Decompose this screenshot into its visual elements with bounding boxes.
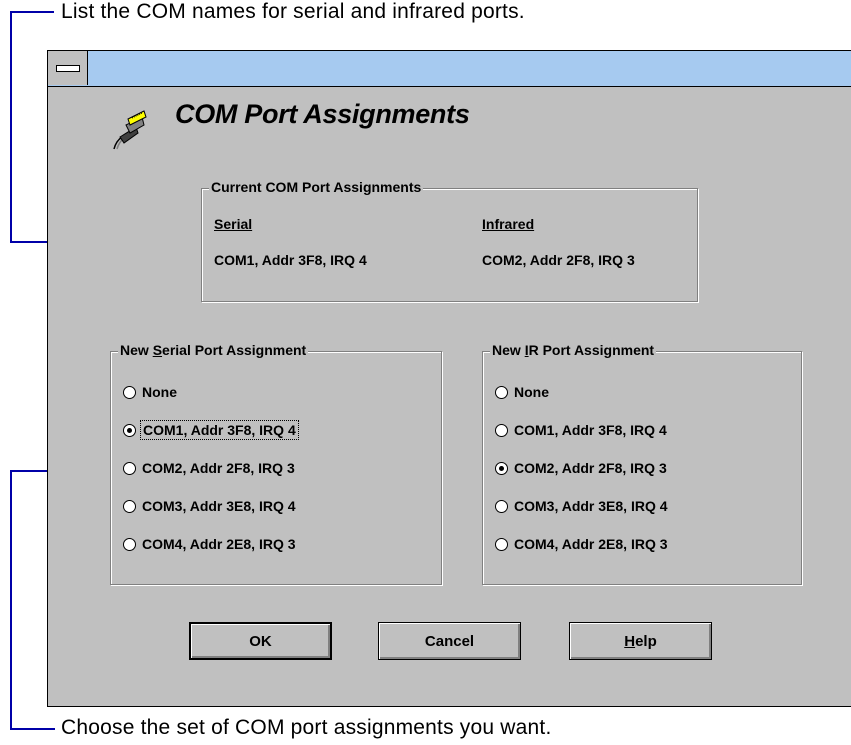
- ok-button[interactable]: OK: [189, 622, 332, 660]
- serial-option-com2[interactable]: COM2, Addr 2F8, IRQ 3: [123, 458, 295, 478]
- ir-option-com2[interactable]: COM2, Addr 2F8, IRQ 3: [495, 458, 667, 478]
- bottom-callout-text: Choose the set of COM port assignments y…: [61, 716, 552, 739]
- current-assignments-legend: Current COM Port Assignments: [209, 179, 424, 195]
- ir-option-com1[interactable]: COM1, Addr 3F8, IRQ 4: [495, 420, 667, 440]
- current-assignments-group: Current COM Port Assignments Serial Infr…: [201, 179, 698, 302]
- cancel-button[interactable]: Cancel: [378, 622, 521, 660]
- radio-button-icon[interactable]: [123, 537, 136, 551]
- radio-label: COM1, Addr 3F8, IRQ 4: [514, 422, 667, 438]
- radio-label: COM3, Addr 3E8, IRQ 4: [142, 498, 296, 514]
- serial-option-com4[interactable]: COM4, Addr 2E8, IRQ 3: [123, 534, 296, 554]
- infrared-header: Infrared: [482, 216, 535, 232]
- help-mnemonic: H: [624, 632, 636, 650]
- radio-label: None: [514, 384, 549, 400]
- top-callout-bracket-v: [10, 11, 12, 243]
- title-bar[interactable]: [48, 51, 851, 87]
- help-label-rest: elp: [635, 632, 657, 650]
- top-callout-bracket-h1: [10, 11, 54, 13]
- serial-option-com3[interactable]: COM3, Addr 3E8, IRQ 4: [123, 496, 296, 516]
- radio-button-icon[interactable]: [495, 499, 508, 513]
- new-ir-group: New IR Port Assignment None COM1, Addr 3…: [482, 342, 802, 585]
- radio-label: COM1, Addr 3F8, IRQ 4: [140, 420, 299, 440]
- radio-button-checked-icon[interactable]: [123, 423, 136, 437]
- current-serial-value: COM1, Addr 3F8, IRQ 4: [214, 252, 367, 268]
- radio-label: COM4, Addr 2E8, IRQ 3: [514, 536, 668, 552]
- serial-plug-icon: [113, 110, 147, 150]
- bottom-callout-bracket-h2: [10, 728, 55, 730]
- new-serial-group: New Serial Port Assignment None COM1, Ad…: [110, 342, 442, 585]
- radio-button-icon[interactable]: [495, 537, 508, 551]
- radio-button-icon[interactable]: [495, 385, 508, 399]
- help-button[interactable]: Help: [569, 622, 712, 660]
- radio-button-icon[interactable]: [123, 385, 136, 399]
- radio-label: None: [142, 384, 177, 400]
- new-ir-legend: New IR Port Assignment: [490, 342, 657, 358]
- radio-button-icon[interactable]: [123, 499, 136, 513]
- new-serial-legend: New Serial Port Assignment: [118, 342, 309, 358]
- radio-label: COM2, Addr 2F8, IRQ 3: [514, 460, 667, 476]
- com-port-dialog: COM Port Assignments Current COM Port As…: [47, 50, 851, 707]
- serial-option-com1[interactable]: COM1, Addr 3F8, IRQ 4: [123, 420, 299, 440]
- ir-option-com4[interactable]: COM4, Addr 2E8, IRQ 3: [495, 534, 668, 554]
- ir-option-none[interactable]: None: [495, 382, 549, 402]
- top-callout-text: List the COM names for serial and infrar…: [61, 0, 525, 23]
- bottom-callout-bracket-v: [10, 470, 12, 730]
- system-menu-icon: [56, 65, 80, 72]
- radio-label: COM2, Addr 2F8, IRQ 3: [142, 460, 295, 476]
- radio-button-checked-icon[interactable]: [495, 461, 508, 475]
- radio-label: COM4, Addr 2E8, IRQ 3: [142, 536, 296, 552]
- dialog-title: COM Port Assignments: [175, 99, 470, 129]
- ir-option-com3[interactable]: COM3, Addr 3E8, IRQ 4: [495, 496, 668, 516]
- serial-header: Serial: [214, 216, 253, 232]
- system-menu-button[interactable]: [48, 51, 88, 85]
- serial-option-none[interactable]: None: [123, 382, 177, 402]
- current-infrared-value: COM2, Addr 2F8, IRQ 3: [482, 252, 635, 268]
- radio-button-icon[interactable]: [123, 461, 136, 475]
- radio-label: COM3, Addr 3E8, IRQ 4: [514, 498, 668, 514]
- radio-button-icon[interactable]: [495, 423, 508, 437]
